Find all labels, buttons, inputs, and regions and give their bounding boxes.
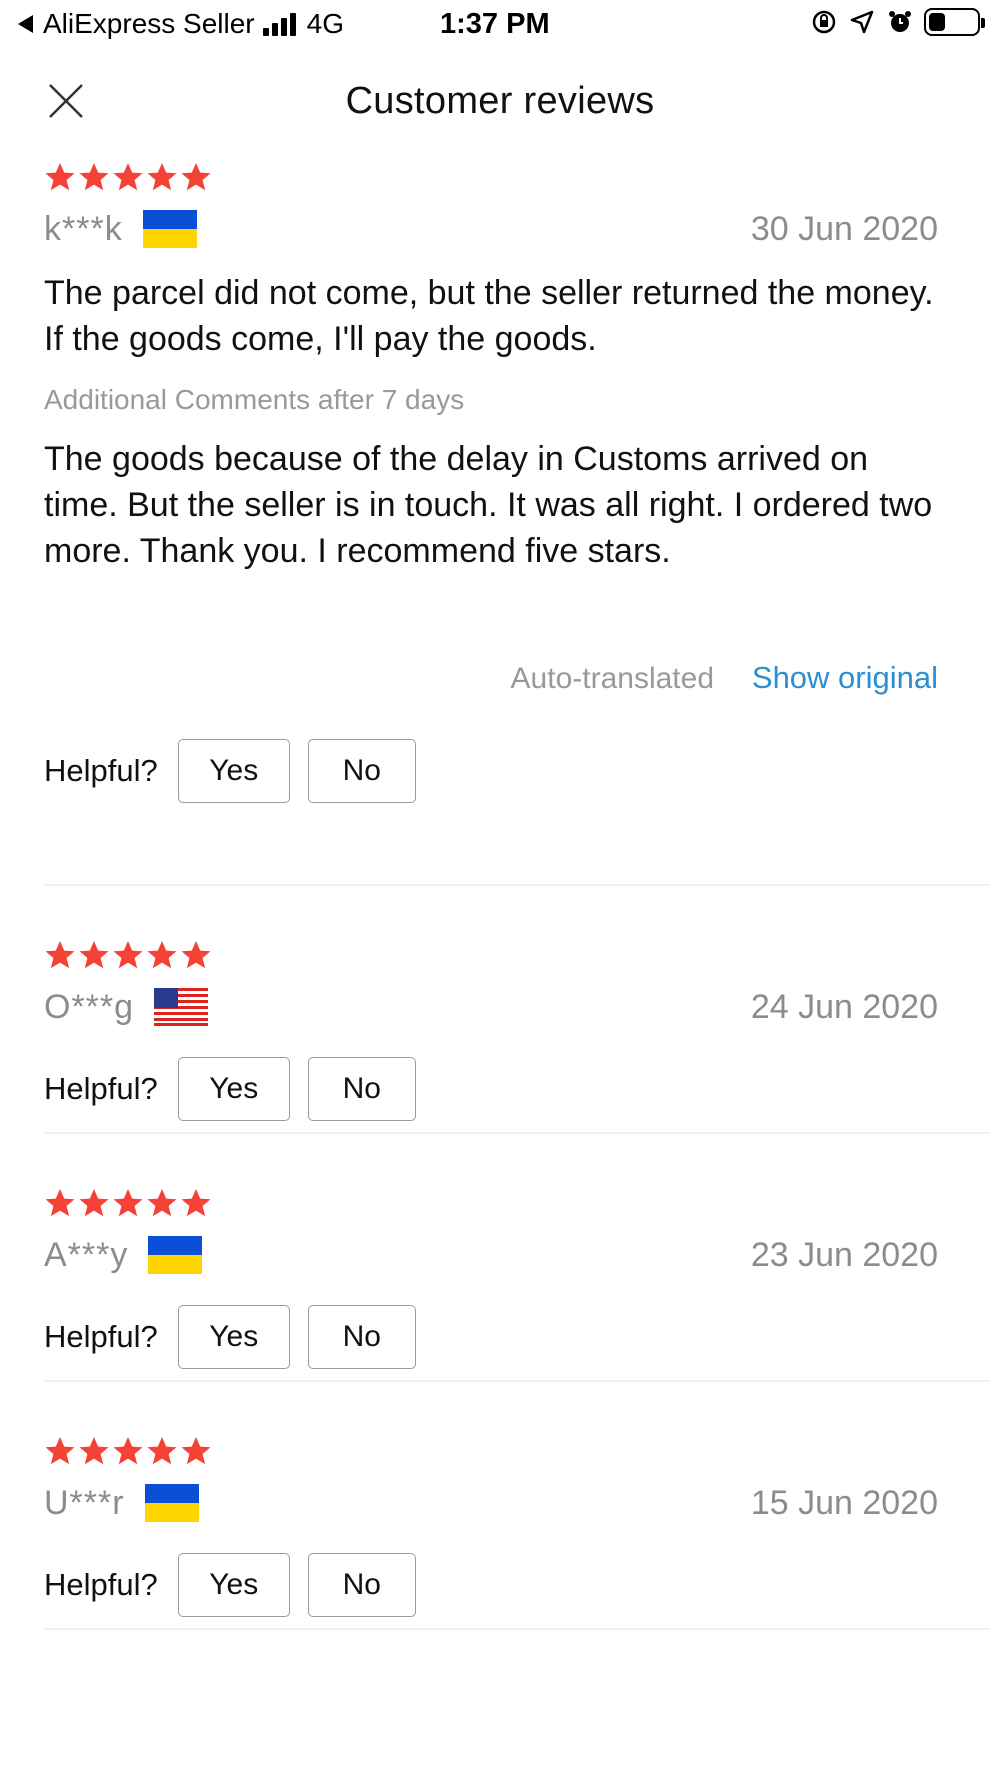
review-item: A***y 23 Jun 2020 Helpful? Yes No bbox=[44, 1134, 990, 1382]
star-rating bbox=[44, 160, 990, 194]
star-rating bbox=[44, 938, 990, 972]
auto-translated-label: Auto-translated bbox=[510, 662, 714, 695]
star-icon bbox=[45, 1437, 75, 1465]
helpful-label: Helpful? bbox=[44, 1319, 158, 1354]
helpful-row: Helpful? Yes No bbox=[44, 1056, 990, 1122]
star-icon bbox=[79, 163, 109, 191]
status-bar: AliExpress Seller 4G 1:37 PM bbox=[0, 0, 1000, 50]
helpful-label: Helpful? bbox=[44, 753, 158, 788]
star-icon bbox=[181, 163, 211, 191]
star-icon bbox=[45, 163, 75, 191]
review-item: O***g 24 Jun 2020 Helpful? Yes No bbox=[44, 886, 990, 1134]
review-date: 23 Jun 2020 bbox=[750, 1235, 938, 1274]
additional-review-text: The goods because of the delay in Custom… bbox=[44, 440, 933, 570]
helpful-yes-button[interactable]: Yes bbox=[177, 1057, 290, 1121]
battery-icon bbox=[924, 8, 985, 36]
status-time: 1:37 PM bbox=[440, 8, 550, 40]
ukraine-flag-icon bbox=[142, 210, 197, 248]
star-icon bbox=[45, 941, 75, 969]
signal-icon bbox=[262, 12, 299, 36]
reviewer-name: A***y bbox=[44, 1235, 129, 1274]
helpful-no-button[interactable]: No bbox=[307, 1057, 416, 1121]
star-rating bbox=[44, 1186, 990, 1220]
page-title: Customer reviews bbox=[345, 80, 655, 122]
helpful-label: Helpful? bbox=[44, 1071, 158, 1106]
review-item: U***r 15 Jun 2020 Helpful? Yes No bbox=[44, 1382, 990, 1630]
review-date: 30 Jun 2020 bbox=[750, 209, 938, 248]
network-label: 4G bbox=[306, 8, 344, 39]
helpful-label: Helpful? bbox=[44, 1567, 158, 1602]
status-bar-right bbox=[810, 8, 985, 36]
helpful-yes-button[interactable]: Yes bbox=[177, 1305, 290, 1369]
reviewer-name: k***k bbox=[44, 209, 123, 248]
review-meta: k***k 30 Jun 2020 bbox=[44, 194, 990, 264]
review-item: k***k 30 Jun 2020 The parcel did not com… bbox=[44, 160, 990, 886]
star-icon bbox=[181, 941, 211, 969]
star-icon bbox=[79, 1189, 109, 1217]
usa-flag-icon bbox=[154, 988, 209, 1026]
star-icon bbox=[181, 1437, 211, 1465]
helpful-row: Helpful? Yes No bbox=[44, 738, 990, 804]
reviewer-name: U***r bbox=[44, 1483, 125, 1522]
review-meta: O***g 24 Jun 2020 bbox=[44, 972, 990, 1042]
star-icon bbox=[45, 1189, 75, 1217]
star-icon bbox=[147, 163, 177, 191]
helpful-no-button[interactable]: No bbox=[307, 1553, 416, 1617]
helpful-yes-button[interactable]: Yes bbox=[177, 1553, 290, 1617]
orientation-lock-icon bbox=[810, 8, 838, 36]
helpful-row: Helpful? Yes No bbox=[44, 1552, 990, 1618]
helpful-yes-button[interactable]: Yes bbox=[177, 739, 290, 803]
reviews-list: k***k 30 Jun 2020 The parcel did not com… bbox=[0, 160, 1000, 1630]
star-rating bbox=[44, 1434, 990, 1468]
helpful-no-button[interactable]: No bbox=[307, 1305, 416, 1369]
helpful-row: Helpful? Yes No bbox=[44, 1304, 990, 1370]
star-icon bbox=[113, 941, 143, 969]
review-meta: U***r 15 Jun 2020 bbox=[44, 1468, 990, 1538]
star-icon bbox=[113, 1437, 143, 1465]
review-date: 15 Jun 2020 bbox=[750, 1483, 938, 1522]
star-icon bbox=[113, 163, 143, 191]
battery-level bbox=[929, 13, 946, 31]
star-icon bbox=[181, 1189, 211, 1217]
star-icon bbox=[147, 941, 177, 969]
reviewer-name: O***g bbox=[44, 987, 135, 1026]
alarm-icon bbox=[886, 8, 914, 36]
status-bar-left: AliExpress Seller 4G bbox=[18, 8, 344, 40]
additional-comments-label: Additional Comments after 7 days bbox=[44, 384, 465, 415]
ukraine-flag-icon bbox=[144, 1484, 199, 1522]
star-icon bbox=[147, 1437, 177, 1465]
translation-row: Auto-translated Show original bbox=[44, 654, 990, 704]
back-arrow-icon[interactable] bbox=[18, 15, 33, 33]
header: Customer reviews bbox=[0, 55, 1000, 145]
ukraine-flag-icon bbox=[148, 1236, 203, 1274]
show-original-link[interactable]: Show original bbox=[752, 660, 938, 696]
star-icon bbox=[79, 941, 109, 969]
star-icon bbox=[113, 1189, 143, 1217]
location-icon bbox=[848, 8, 876, 36]
review-date: 24 Jun 2020 bbox=[750, 987, 938, 1026]
review-meta: A***y 23 Jun 2020 bbox=[44, 1220, 990, 1290]
star-icon bbox=[79, 1437, 109, 1465]
carrier-label[interactable]: AliExpress Seller bbox=[43, 8, 255, 40]
review-text: The parcel did not come, but the seller … bbox=[44, 274, 934, 358]
helpful-no-button[interactable]: No bbox=[307, 739, 416, 803]
star-icon bbox=[147, 1189, 177, 1217]
